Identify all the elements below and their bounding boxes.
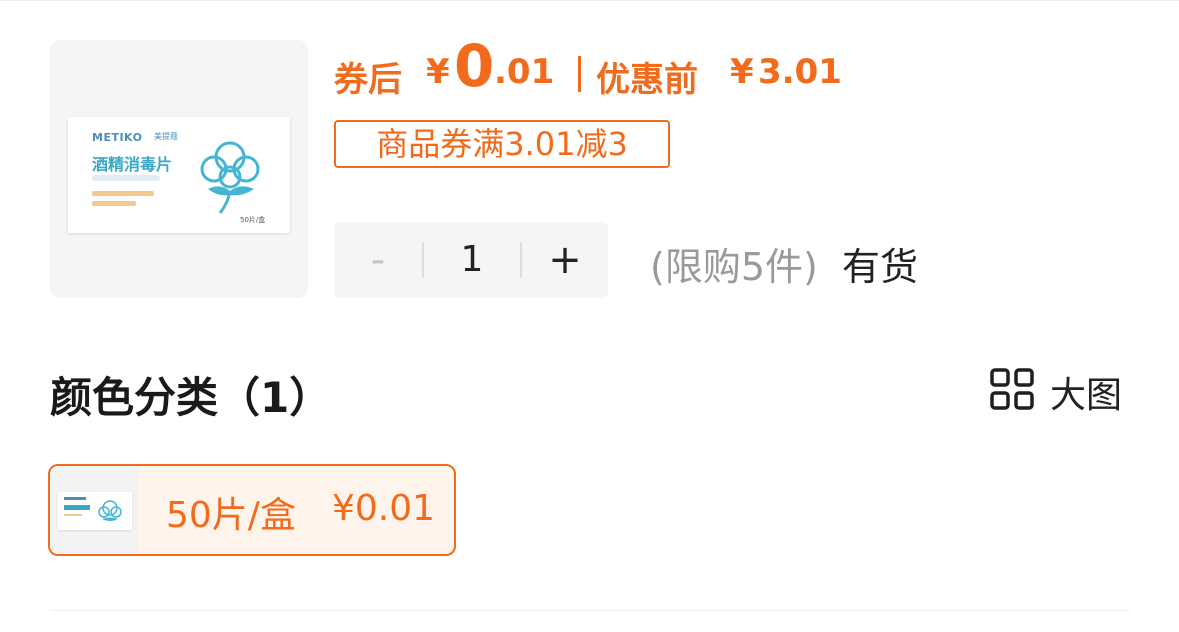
box-feature-line bbox=[92, 201, 136, 206]
box-brand: METIKO bbox=[92, 131, 143, 144]
stock-status: 有货 bbox=[842, 245, 919, 289]
price-divider bbox=[578, 56, 581, 92]
quantity-stepper: - 1 + bbox=[334, 222, 608, 298]
before-discount-price: 3.01 bbox=[758, 52, 842, 92]
before-discount-label: 优惠前 bbox=[596, 60, 698, 100]
sku-thumbnail bbox=[50, 466, 138, 554]
increase-button[interactable]: + bbox=[522, 222, 608, 298]
box-brand-cn: 美提蔻 bbox=[154, 132, 178, 141]
cotton-icon bbox=[200, 141, 260, 214]
product-image[interactable]: METIKO 美提蔻 酒精消毒片 50片/盒 bbox=[50, 40, 308, 298]
sku-option-selected[interactable]: 50片/盒 ¥0.01 bbox=[48, 464, 456, 556]
sku-thumbnail-graphic bbox=[64, 497, 122, 521]
sku-thumbnail-box bbox=[58, 492, 132, 530]
grid-view-icon bbox=[990, 368, 1034, 410]
after-coupon-price-decimal: .01 bbox=[494, 52, 555, 92]
box-title: 酒精消毒片 bbox=[92, 155, 173, 174]
after-coupon-label: 券后 bbox=[334, 60, 402, 100]
large-image-toggle[interactable]: 大图 bbox=[990, 366, 1130, 416]
purchase-limit: (限购5件) bbox=[650, 245, 818, 289]
box-spec-bar bbox=[92, 175, 160, 181]
box-feature-line bbox=[92, 191, 154, 196]
after-coupon-currency: ¥ bbox=[426, 52, 450, 92]
decrease-button[interactable]: - bbox=[334, 222, 422, 298]
product-box-illustration: METIKO 美提蔻 酒精消毒片 50片/盒 bbox=[68, 117, 290, 233]
after-coupon-price-integer: 0 bbox=[454, 32, 495, 100]
large-image-label: 大图 bbox=[1050, 375, 1123, 416]
top-divider bbox=[0, 0, 1179, 1]
sku-option-price: ¥0.01 bbox=[332, 488, 436, 529]
variant-section-title: 颜色分类（1） bbox=[50, 373, 332, 422]
quantity-input[interactable]: 1 bbox=[424, 222, 520, 298]
before-discount-currency: ¥ bbox=[730, 52, 754, 92]
bottom-divider bbox=[50, 610, 1130, 611]
sku-option-name: 50片/盒 bbox=[166, 495, 296, 536]
coupon-tag[interactable]: 商品券满3.01减3 bbox=[334, 120, 670, 168]
